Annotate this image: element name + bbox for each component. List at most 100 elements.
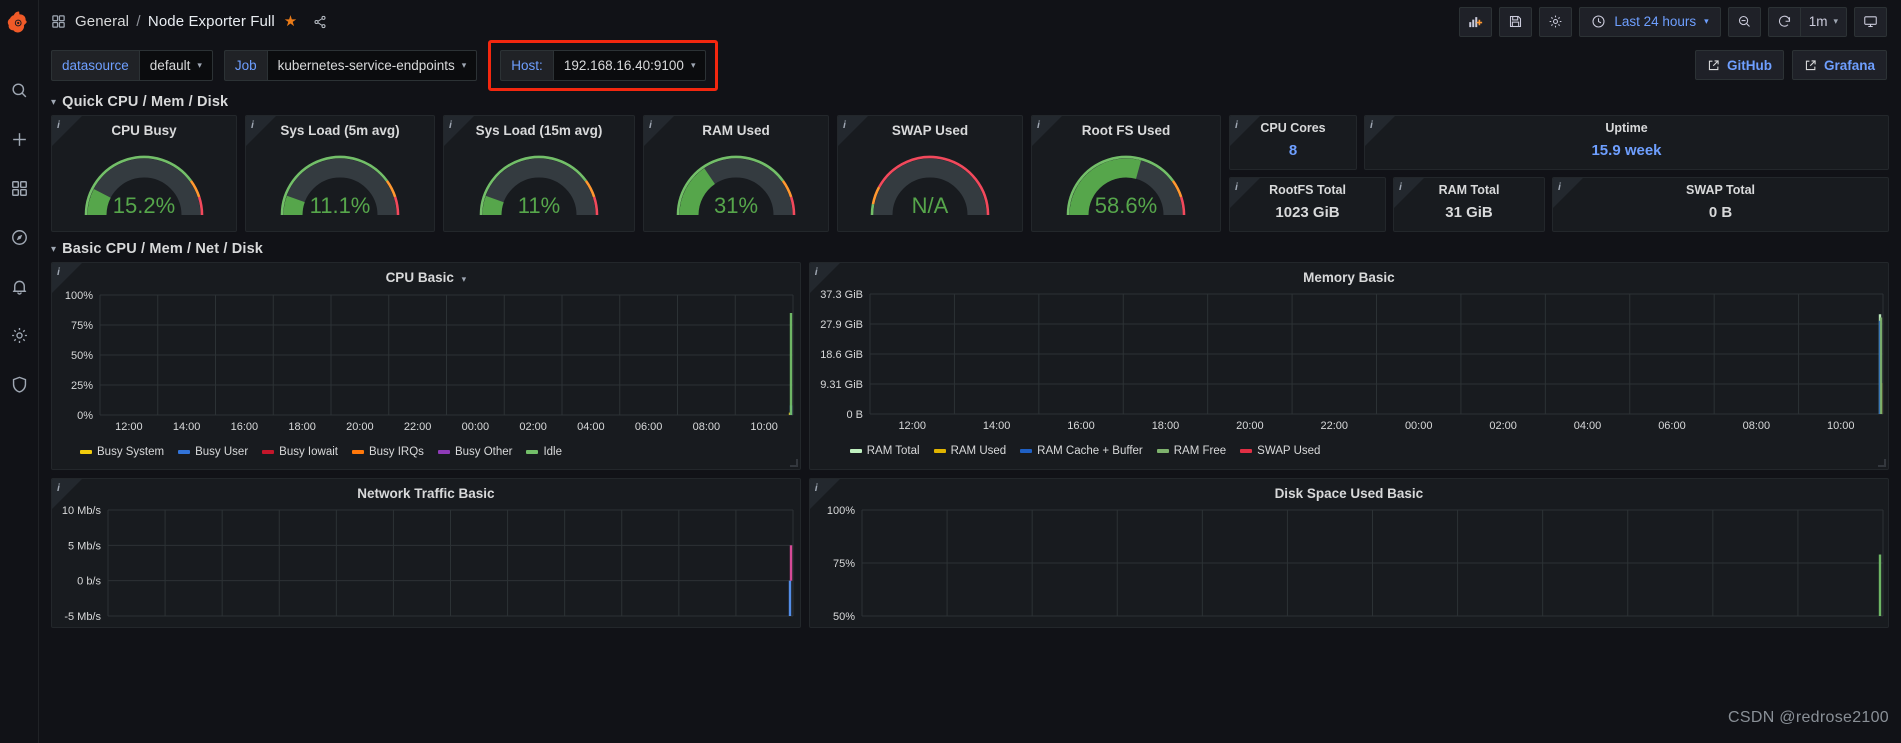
time-range-picker[interactable]: Last 24 hours ▾ (1579, 7, 1720, 37)
dashboard-grid-icon (51, 14, 66, 29)
kiosk-mode-button[interactable] (1854, 7, 1887, 37)
legend-color-swatch (438, 450, 450, 454)
legend-item[interactable]: RAM Free (1157, 445, 1226, 457)
legend-item[interactable]: Busy Other (438, 446, 513, 458)
panel-resize-handle[interactable] (790, 459, 798, 467)
panel-description-icon[interactable]: i (815, 482, 818, 494)
panel-description-icon[interactable]: i (843, 119, 846, 131)
legend-item[interactable]: RAM Used (934, 445, 1007, 457)
panel-description-icon[interactable]: i (1558, 181, 1561, 193)
legend-label: RAM Used (951, 445, 1007, 457)
zoom-out-time-button[interactable] (1728, 7, 1761, 37)
panel-title-text[interactable]: RAM Used (644, 116, 828, 139)
legend-item[interactable]: RAM Cache + Buffer (1020, 445, 1143, 457)
legend-item[interactable]: Busy User (178, 446, 248, 458)
panel-title-cpu-basic[interactable]: CPU Basic ▾ (52, 263, 800, 287)
gauge-visual: 15.2% (52, 141, 236, 223)
panel-title-disk-space-used-basic[interactable]: Disk Space Used Basic (810, 479, 1888, 502)
legend-item[interactable]: Busy IRQs (352, 446, 424, 458)
chevron-down-icon: ▾ (197, 61, 202, 70)
variable-select-datasource[interactable]: default ▾ (139, 50, 213, 81)
variable-job: Job kubernetes-service-endpoints ▾ (224, 50, 477, 81)
gauge-visual: 58.6% (1032, 141, 1220, 223)
panel-description-icon[interactable]: i (1235, 119, 1238, 131)
gauge-value-arc (97, 193, 102, 215)
external-link-icon (1804, 59, 1817, 72)
sidebar-item-explore[interactable] (0, 213, 39, 262)
x-axis-tick-label: 20:00 (346, 421, 374, 433)
chart-disk-space-used-basic[interactable]: 50%75%100% (810, 502, 1888, 625)
legend-item[interactable]: Idle (526, 446, 562, 458)
panel-description-icon[interactable]: i (1037, 119, 1040, 131)
gauge-value-text: 58.6% (1095, 193, 1157, 218)
legend-item[interactable]: RAM Total (850, 445, 920, 457)
x-axis-tick-label: 00:00 (462, 421, 490, 433)
panel-description-icon[interactable]: i (1399, 181, 1402, 193)
legend-color-swatch (934, 449, 946, 453)
panel-gauge-ram-used: iRAM Used 31% (643, 115, 829, 232)
gauge-value-text: 31% (714, 193, 758, 218)
gauge-panel-row: iCPU Busy15.2%iSys Load (5m avg)11.1%iSy… (51, 115, 1889, 232)
variable-select-job[interactable]: kubernetes-service-endpoints ▾ (267, 50, 478, 81)
row-header-quick[interactable]: ▾ Quick CPU / Mem / Disk (51, 89, 1889, 115)
grafana-dashboard-page: General / Node Exporter Full ★ (0, 0, 1901, 743)
x-axis-tick-label: 16:00 (231, 421, 259, 433)
legend-color-swatch (850, 449, 862, 453)
dashboard-link-label-github: GitHub (1727, 58, 1772, 73)
add-panel-button[interactable] (1459, 7, 1492, 37)
legend-color-swatch (526, 450, 538, 454)
chart-network-traffic-basic[interactable]: -5 Mb/s0 b/s5 Mb/s10 Mb/s (52, 502, 800, 625)
legend-item[interactable]: SWAP Used (1240, 445, 1320, 457)
dashboard-settings-button[interactable] (1539, 7, 1572, 37)
save-dashboard-button[interactable] (1499, 7, 1532, 37)
panel-description-icon[interactable]: i (449, 119, 452, 131)
panel-description-icon[interactable]: i (57, 119, 60, 131)
sidebar-item-search[interactable] (0, 66, 39, 115)
panel-stat-rootfs-total: iRootFS Total1023 GiB (1229, 177, 1386, 232)
panel-title-memory-basic[interactable]: Memory Basic (810, 263, 1888, 286)
panel-description-icon[interactable]: i (815, 266, 818, 278)
panel-title-text[interactable]: SWAP Used (838, 116, 1022, 139)
breadcrumb-separator: / (136, 13, 140, 30)
panel-description-icon[interactable]: i (649, 119, 652, 131)
sidebar-item-alerting[interactable] (0, 262, 39, 311)
row-header-basic[interactable]: ▾ Basic CPU / Mem / Net / Disk (51, 236, 1889, 262)
star-favorite-icon[interactable]: ★ (284, 14, 297, 29)
panel-title-text: Network Traffic Basic (357, 486, 494, 501)
breadcrumb-folder[interactable]: General (75, 13, 129, 30)
dashboard-link-github[interactable]: GitHub (1695, 50, 1784, 80)
panel-title-text[interactable]: Sys Load (5m avg) (246, 116, 434, 139)
share-icon[interactable] (313, 15, 327, 29)
legend-item[interactable]: Busy Iowait (262, 446, 338, 458)
legend-item[interactable]: Busy System (80, 446, 164, 458)
sidebar-item-dashboards[interactable] (0, 164, 39, 213)
grafana-logo-icon[interactable] (0, 0, 39, 43)
chart-memory-basic[interactable]: 0 B9.31 GiB18.6 GiB27.9 GiB37.3 GiB 12:0… (810, 286, 1888, 441)
sidebar-item-configuration[interactable] (0, 311, 39, 360)
sidebar-item-create[interactable] (0, 115, 39, 164)
x-axis-tick-label: 22:00 (1320, 420, 1348, 432)
panel-description-icon[interactable]: i (251, 119, 254, 131)
panel-resize-handle[interactable] (1878, 459, 1886, 467)
chart-cpu-basic[interactable]: 0%25%50%75%100% 12:0014:0016:0018:0020:0… (52, 287, 800, 442)
sidebar-item-server-admin[interactable] (0, 360, 39, 409)
gauge-value-text: 15.2% (113, 193, 175, 218)
dashboard-link-grafana[interactable]: Grafana (1792, 50, 1887, 80)
panel-title-network-traffic-basic[interactable]: Network Traffic Basic (52, 479, 800, 502)
panel-title-text[interactable]: Sys Load (15m avg) (444, 116, 634, 139)
panel-title-text[interactable]: Root FS Used (1032, 116, 1220, 139)
refresh-interval-picker[interactable]: 1m ▾ (1800, 7, 1847, 37)
gauge-value-arc (492, 199, 495, 215)
panel-description-icon[interactable]: i (57, 266, 60, 278)
panel-gauge-root-fs-used: iRoot FS Used 58.6% (1031, 115, 1221, 232)
variable-select-host[interactable]: 192.168.16.40:9100 ▾ (553, 50, 707, 81)
x-axis-tick-label: 04:00 (1573, 420, 1601, 432)
panel-title-text[interactable]: CPU Busy (52, 116, 236, 139)
panel-description-icon[interactable]: i (1370, 119, 1373, 131)
panel-description-icon[interactable]: i (1235, 181, 1238, 193)
variable-label-job: Job (224, 50, 267, 81)
x-axis-tick-label: 12:00 (898, 420, 926, 432)
refresh-button[interactable] (1768, 7, 1800, 37)
panel-description-icon[interactable]: i (57, 482, 60, 494)
x-axis-tick-label: 12:00 (115, 421, 143, 433)
